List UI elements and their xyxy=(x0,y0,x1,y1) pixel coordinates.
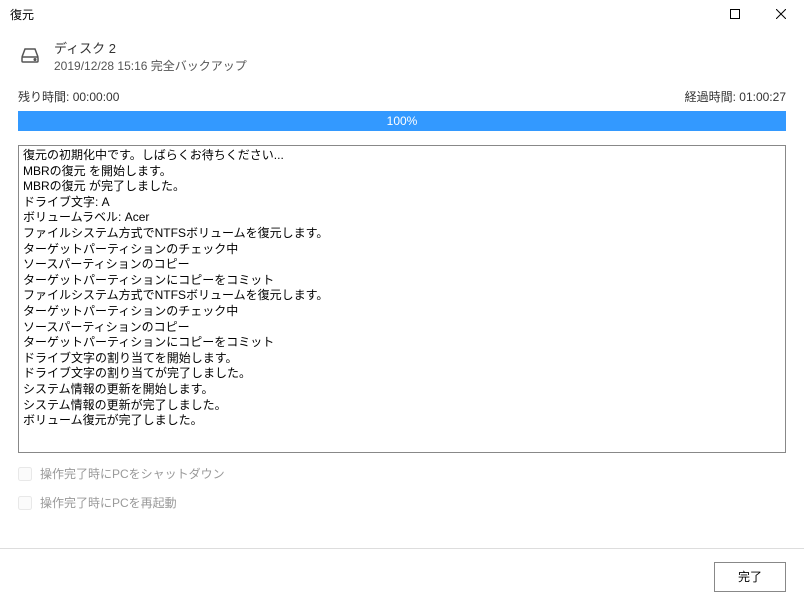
titlebar: 復元 xyxy=(0,0,804,28)
restart-label: 操作完了時にPCを再起動 xyxy=(40,494,177,511)
window-title: 復元 xyxy=(10,6,34,23)
elapsed-time: 経過時間: 01:00:27 xyxy=(685,88,786,105)
remaining-time-label: 残り時間: xyxy=(18,90,69,104)
restart-option[interactable]: 操作完了時にPCを再起動 xyxy=(18,494,786,511)
close-icon xyxy=(776,9,786,19)
maximize-icon xyxy=(730,9,740,19)
disk-icon xyxy=(18,43,42,70)
remaining-time-value: 00:00:00 xyxy=(73,90,120,104)
shutdown-label: 操作完了時にPCをシャットダウン xyxy=(40,465,225,482)
header-text: ディスク 2 2019/12/28 15:16 完全バックアップ xyxy=(54,38,247,74)
remaining-time: 残り時間: 00:00:00 xyxy=(18,88,119,105)
backup-info: 2019/12/28 15:16 完全バックアップ xyxy=(54,57,247,74)
close-button[interactable] xyxy=(758,0,804,28)
content-area: 残り時間: 00:00:00 経過時間: 01:00:27 100% 復元の初期… xyxy=(0,88,804,511)
restart-checkbox[interactable] xyxy=(18,496,32,510)
done-button[interactable]: 完了 xyxy=(714,562,786,592)
elapsed-time-label: 経過時間: xyxy=(685,90,736,104)
progress-percent: 100% xyxy=(387,114,418,128)
log-output[interactable]: 復元の初期化中です。しばらくお待ちください... MBRの復元 を開始します。 … xyxy=(18,145,786,453)
shutdown-option[interactable]: 操作完了時にPCをシャットダウン xyxy=(18,465,786,482)
titlebar-controls xyxy=(712,0,804,28)
shutdown-checkbox[interactable] xyxy=(18,467,32,481)
elapsed-time-value: 01:00:27 xyxy=(739,90,786,104)
footer: 完了 xyxy=(0,548,804,604)
time-row: 残り時間: 00:00:00 経過時間: 01:00:27 xyxy=(18,88,786,105)
disk-title: ディスク 2 xyxy=(54,38,247,57)
maximize-button[interactable] xyxy=(712,0,758,28)
progress-bar: 100% xyxy=(18,111,786,131)
header-section: ディスク 2 2019/12/28 15:16 完全バックアップ xyxy=(0,28,804,88)
